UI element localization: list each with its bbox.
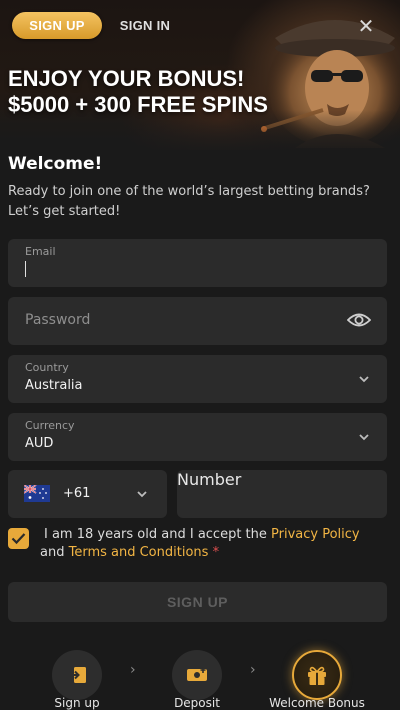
- promo-line-1: ENJOY YOUR BONUS!: [8, 66, 245, 91]
- terms-prefix: I am 18 years old and I accept the: [44, 527, 272, 542]
- password-placeholder: Password: [25, 312, 91, 328]
- step-label-signup: Sign up: [54, 696, 100, 710]
- promo-line-2: $5000 + 300 FREE SPINS: [8, 92, 268, 117]
- step-arrow-icon: ›: [250, 662, 256, 678]
- email-field[interactable]: Email: [8, 239, 387, 287]
- deposit-icon: [187, 667, 207, 681]
- email-label: Email: [25, 245, 56, 258]
- welcome-text: Ready to join one of the world’s largest…: [8, 184, 370, 219]
- australia-flag-icon: [24, 485, 50, 502]
- terms-conditions-link[interactable]: Terms and Conditions: [69, 545, 209, 560]
- promo-headline: ENJOY YOUR BONUS! $5000 + 300 FREE SPINS: [8, 66, 328, 118]
- chevron-down-icon: [137, 491, 147, 498]
- phone-code-select[interactable]: +61: [8, 470, 167, 518]
- terms-text: I am 18 years old and I accept the Priva…: [40, 526, 389, 562]
- checkmark-icon: [11, 533, 26, 545]
- terms-checkbox[interactable]: [8, 528, 29, 549]
- tab-signup[interactable]: SIGN UP: [12, 12, 102, 39]
- step-welcome-bonus: [292, 650, 342, 700]
- password-field[interactable]: Password: [8, 297, 387, 345]
- country-label: Country: [25, 361, 69, 374]
- chevron-down-icon: [359, 434, 369, 441]
- chevron-down-icon: [359, 376, 369, 383]
- required-mark: *: [212, 545, 220, 560]
- step-signup: [52, 650, 102, 700]
- country-select[interactable]: Country Australia: [8, 355, 387, 403]
- step-arrow-icon: ›: [130, 662, 136, 678]
- terms-and: and: [40, 545, 69, 560]
- tab-signin[interactable]: SIGN IN: [110, 12, 180, 39]
- gift-icon: [308, 666, 326, 685]
- welcome-title: Welcome!: [8, 154, 103, 174]
- text-caret: [25, 261, 26, 277]
- phone-number-field[interactable]: Number: [177, 470, 387, 518]
- signup-icon: [68, 667, 86, 683]
- eye-icon[interactable]: [347, 310, 371, 330]
- currency-label: Currency: [25, 419, 75, 432]
- currency-select[interactable]: Currency AUD: [8, 413, 387, 461]
- privacy-policy-link[interactable]: Privacy Policy: [271, 527, 360, 542]
- signup-button[interactable]: SIGN UP: [8, 582, 387, 622]
- step-label-deposit: Deposit: [174, 696, 220, 710]
- step-label-welcome-bonus: Welcome Bonus: [269, 696, 365, 710]
- currency-value: AUD: [25, 436, 54, 451]
- step-deposit: [172, 650, 222, 700]
- close-icon[interactable]: ✕: [356, 16, 376, 36]
- phone-number-placeholder: Number: [177, 470, 242, 489]
- country-value: Australia: [25, 378, 83, 393]
- phone-code-value: +61: [63, 486, 91, 501]
